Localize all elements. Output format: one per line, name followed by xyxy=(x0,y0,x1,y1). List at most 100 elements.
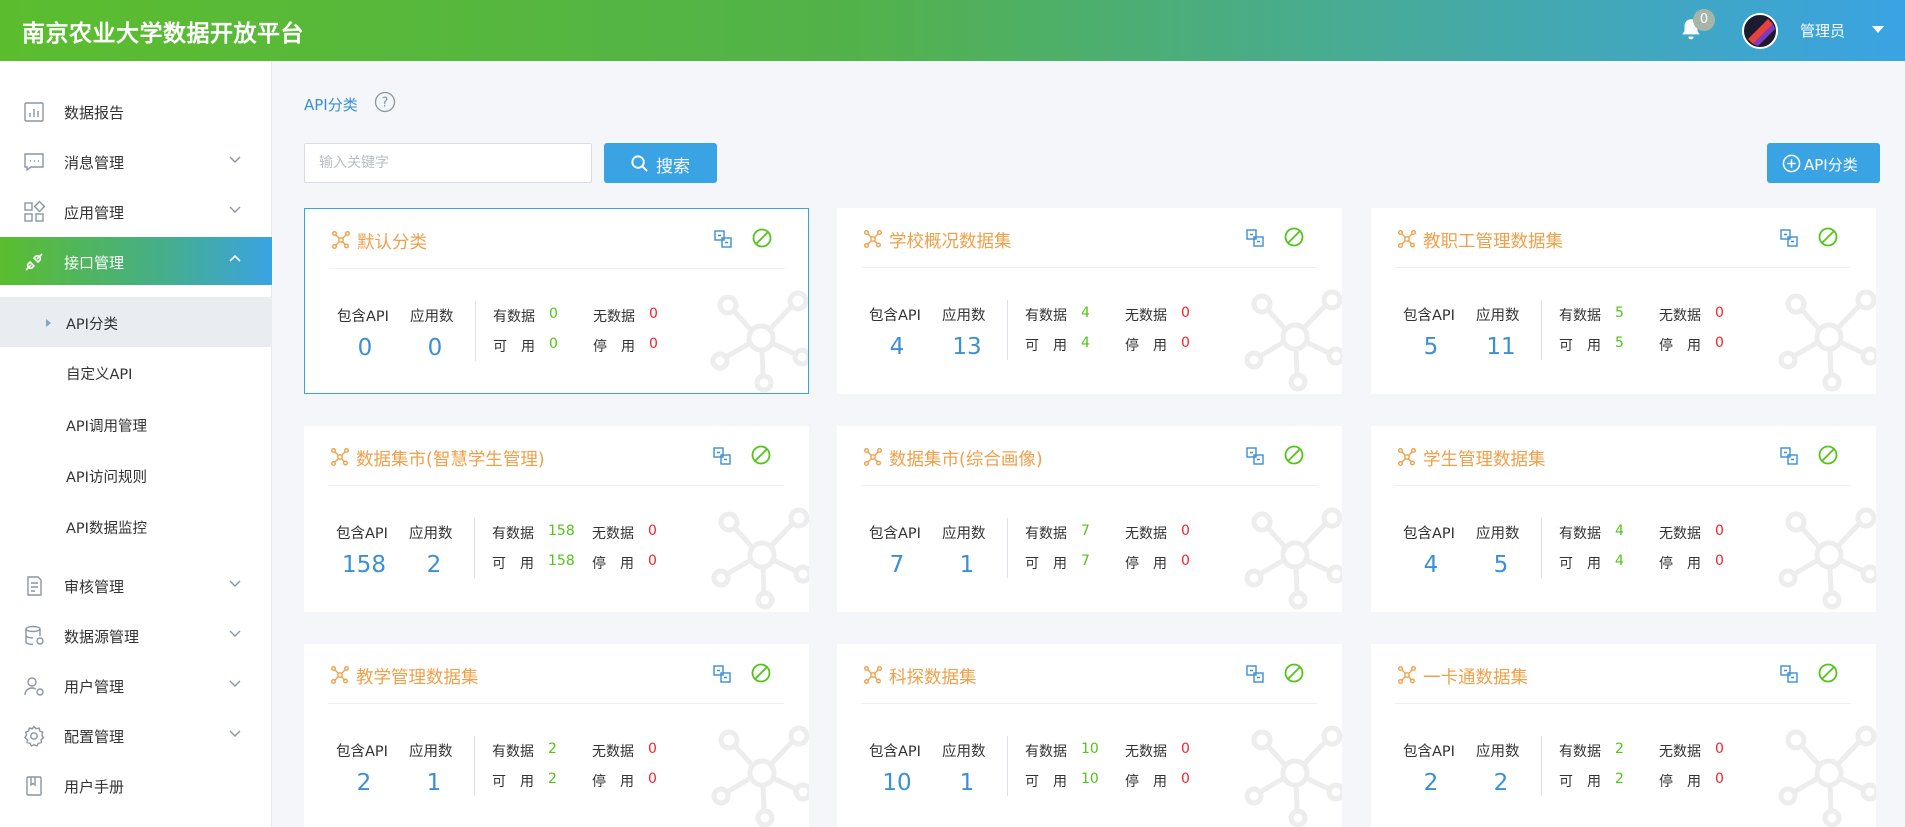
edit-icon[interactable] xyxy=(713,229,733,249)
no-data-label: 无数据 xyxy=(1125,744,1167,760)
edit-icon[interactable] xyxy=(1779,446,1799,466)
card-title[interactable]: 教学管理数据集 xyxy=(356,664,479,689)
disable-icon[interactable] xyxy=(1283,226,1305,248)
category-card[interactable]: 教学管理数据集 包含API 应用数 2 1 有数据 2 无数据 0 可 用 2 停 用 0 xyxy=(304,644,809,827)
disabled-value: 0 xyxy=(1181,335,1190,351)
app-count-label: 应用数 xyxy=(409,744,453,760)
sidebar-item-manual[interactable]: 用户手册 xyxy=(0,761,272,809)
gear-icon xyxy=(23,725,45,747)
card-divider xyxy=(1395,267,1851,268)
user-name[interactable]: 管理员 xyxy=(1800,20,1845,41)
disabled-value: 0 xyxy=(1715,771,1724,787)
category-card[interactable]: 默认分类 包含API 应用数 0 0 有数据 0 无数据 0 可 用 0 停 用 0 xyxy=(304,208,809,394)
avatar[interactable] xyxy=(1742,13,1778,49)
sidebar-subitem-api-monitor[interactable]: API数据监控 xyxy=(0,501,272,551)
card-divider xyxy=(861,703,1317,704)
sidebar-subitem-custom-api[interactable]: 自定义API xyxy=(0,347,272,397)
help-icon[interactable]: ? xyxy=(374,91,396,113)
sidebar-item-apps[interactable]: 应用管理 xyxy=(0,187,272,235)
edit-icon[interactable] xyxy=(1245,664,1265,684)
card-title[interactable]: 一卡通数据集 xyxy=(1423,664,1528,689)
disabled-label: 停 用 xyxy=(1659,556,1701,572)
api-count-label: 包含API xyxy=(336,526,388,542)
has-data-value: 5 xyxy=(1615,305,1624,321)
category-icon xyxy=(330,447,350,467)
card-title[interactable]: 学校概况数据集 xyxy=(889,228,1012,253)
category-card[interactable]: 学校概况数据集 包含API 应用数 4 13 有数据 4 无数据 0 可 用 4 停 用 0 xyxy=(837,208,1342,394)
sidebar-item-audit[interactable]: 审核管理 xyxy=(0,561,272,609)
add-api-category-button[interactable]: API分类 xyxy=(1767,143,1880,183)
category-card[interactable]: 科探数据集 包含API 应用数 10 1 有数据 10 无数据 0 可 用 10 停 用 0 xyxy=(837,644,1342,827)
disable-icon[interactable] xyxy=(1283,662,1305,684)
sidebar-item-datasource[interactable]: 数据源管理 xyxy=(0,611,272,659)
card-title[interactable]: 教职工管理数据集 xyxy=(1423,228,1563,253)
available-value: 4 xyxy=(1615,553,1624,569)
sidebar-subitem-api-category[interactable]: API分类 xyxy=(0,297,272,347)
available-value: 2 xyxy=(548,771,557,787)
card-title[interactable]: 数据集市(综合画像) xyxy=(889,446,1043,471)
api-count-value: 5 xyxy=(1423,334,1439,360)
card-title[interactable]: 科探数据集 xyxy=(889,664,977,689)
card-vertical-divider xyxy=(1541,518,1542,578)
disabled-label: 停 用 xyxy=(1125,338,1167,354)
search-button[interactable]: 搜索 xyxy=(604,143,717,183)
disable-icon[interactable] xyxy=(750,662,772,684)
api-count-label: 包含API xyxy=(1403,744,1455,760)
app-title: 南京农业大学数据开放平台 xyxy=(22,21,304,47)
app-count-value: 11 xyxy=(1486,334,1516,360)
card-title[interactable]: 数据集市(智慧学生管理) xyxy=(356,446,545,471)
has-data-value: 0 xyxy=(549,306,558,322)
available-label: 可 用 xyxy=(1559,774,1601,790)
edit-icon[interactable] xyxy=(1245,446,1265,466)
sidebar-item-interface[interactable]: 接口管理 xyxy=(0,237,272,285)
disable-icon[interactable] xyxy=(750,444,772,466)
edit-icon[interactable] xyxy=(1779,228,1799,248)
disable-icon[interactable] xyxy=(1817,226,1839,248)
network-watermark-icon xyxy=(706,283,808,393)
category-card[interactable]: 教职工管理数据集 包含API 应用数 5 11 有数据 5 无数据 0 可 用 5 停 用 0 xyxy=(1371,208,1876,394)
available-label: 可 用 xyxy=(1559,556,1601,572)
edit-icon[interactable] xyxy=(712,446,732,466)
disabled-value: 0 xyxy=(648,553,657,569)
disable-icon[interactable] xyxy=(1817,444,1839,466)
category-card[interactable]: 数据集市(综合画像) 包含API 应用数 7 1 有数据 7 无数据 0 可 用 7 停 用 0 xyxy=(837,426,1342,612)
breadcrumb: API分类 xyxy=(304,96,358,114)
sidebar-item-users[interactable]: 用户管理 xyxy=(0,661,272,709)
category-card[interactable]: 数据集市(智慧学生管理) 包含API 应用数 158 2 有数据 158 无数据 0 可 用 158… xyxy=(304,426,809,612)
sidebar-subitem-label: API调用管理 xyxy=(66,419,147,435)
api-count-label: 包含API xyxy=(337,309,389,325)
edit-icon[interactable] xyxy=(712,664,732,684)
category-card[interactable]: 一卡通数据集 包含API 应用数 2 2 有数据 2 无数据 0 可 用 2 停 用 0 xyxy=(1371,644,1876,827)
has-data-label: 有数据 xyxy=(492,744,534,760)
card-title[interactable]: 默认分类 xyxy=(357,229,427,254)
sidebar-item-messages[interactable]: 消息管理 xyxy=(0,137,272,185)
available-value: 0 xyxy=(549,336,558,352)
available-value: 10 xyxy=(1081,771,1099,787)
chevron-down-icon xyxy=(229,680,241,687)
disabled-value: 0 xyxy=(1181,553,1190,569)
svg-text:?: ? xyxy=(382,96,389,111)
card-title[interactable]: 学生管理数据集 xyxy=(1423,446,1546,471)
edit-icon[interactable] xyxy=(1245,228,1265,248)
category-icon xyxy=(863,229,883,249)
disabled-label: 停 用 xyxy=(1659,338,1701,354)
edit-icon[interactable] xyxy=(1779,664,1799,684)
sidebar-subitem-api-access-rules[interactable]: API访问规则 xyxy=(0,450,272,500)
available-value: 158 xyxy=(548,553,575,569)
sidebar-item-label: 用户手册 xyxy=(64,778,125,796)
search-input[interactable] xyxy=(304,143,592,183)
disable-icon[interactable] xyxy=(751,227,773,249)
sidebar-subitem-api-calls[interactable]: API调用管理 xyxy=(0,399,272,449)
sidebar-item-data-report[interactable]: 数据报告 xyxy=(0,87,272,135)
sidebar-item-label: 消息管理 xyxy=(64,154,125,172)
sidebar-item-config[interactable]: 配置管理 xyxy=(0,711,272,759)
available-label: 可 用 xyxy=(1025,556,1067,572)
plus-circle-icon xyxy=(1782,154,1801,173)
category-card[interactable]: 学生管理数据集 包含API 应用数 4 5 有数据 4 无数据 0 可 用 4 停 用 0 xyxy=(1371,426,1876,612)
app-count-label: 应用数 xyxy=(409,526,453,542)
chevron-down-icon[interactable] xyxy=(1872,26,1884,33)
disable-icon[interactable] xyxy=(1817,662,1839,684)
available-label: 可 用 xyxy=(1025,338,1067,354)
add-button-label: API分类 xyxy=(1804,156,1858,174)
disable-icon[interactable] xyxy=(1283,444,1305,466)
